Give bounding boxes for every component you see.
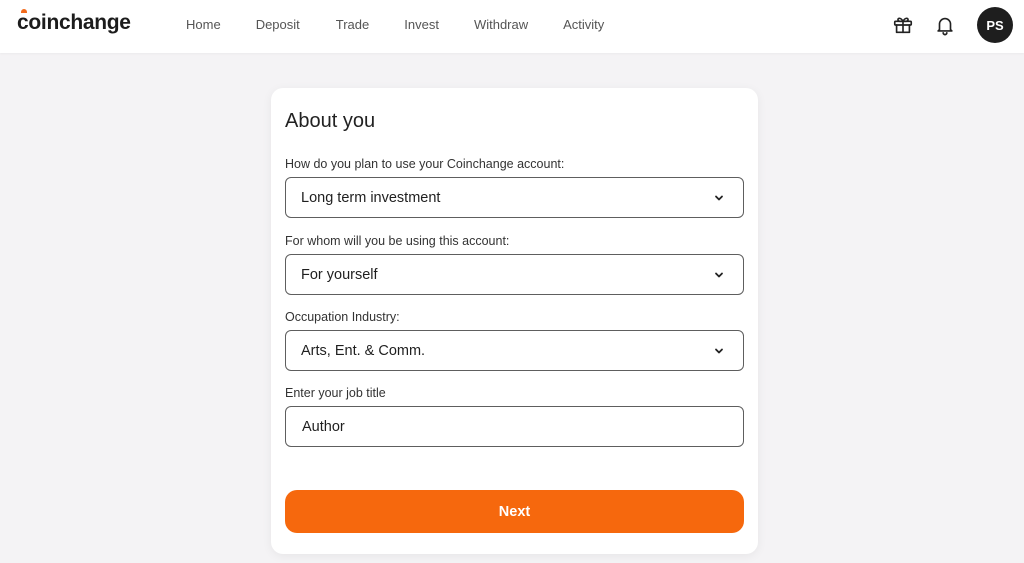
for-whom-select-value: For yourself xyxy=(301,266,378,283)
chevron-down-icon xyxy=(715,195,723,201)
about-you-card: About you How do you plan to use your Co… xyxy=(271,88,758,554)
next-button[interactable]: Next xyxy=(285,490,744,533)
nav-withdraw[interactable]: Withdraw xyxy=(474,17,528,32)
job-title-input[interactable] xyxy=(302,418,722,435)
chevron-down-icon xyxy=(715,348,723,354)
user-avatar[interactable]: PS xyxy=(977,7,1013,43)
job-title-field[interactable] xyxy=(285,406,744,447)
top-navigation-bar: coinchange Home Deposit Trade Invest Wit… xyxy=(0,0,1024,53)
nav-activity[interactable]: Activity xyxy=(563,17,604,32)
page-title: About you xyxy=(285,110,376,132)
industry-select-value: Arts, Ent. & Comm. xyxy=(301,342,426,359)
usage-select-value: Long term investment xyxy=(301,189,441,206)
job-title-label: Enter your job title xyxy=(285,386,386,400)
coinchange-logo[interactable]: coinchange xyxy=(17,11,131,35)
industry-label: Occupation Industry: xyxy=(285,310,400,324)
for-whom-label: For whom will you be using this account: xyxy=(285,234,510,248)
usage-label: How do you plan to use your Coinchange a… xyxy=(285,157,565,171)
main-nav: Home Deposit Trade Invest Withdraw Activ… xyxy=(186,17,604,32)
chevron-down-icon xyxy=(715,272,723,278)
for-whom-select[interactable]: For yourself xyxy=(285,254,744,295)
bell-icon[interactable] xyxy=(933,13,957,37)
gift-icon[interactable] xyxy=(891,13,915,37)
nav-trade[interactable]: Trade xyxy=(336,17,369,32)
usage-select[interactable]: Long term investment xyxy=(285,177,744,218)
nav-invest[interactable]: Invest xyxy=(404,17,439,32)
nav-home[interactable]: Home xyxy=(186,17,221,32)
industry-select[interactable]: Arts, Ent. & Comm. xyxy=(285,330,744,371)
nav-deposit[interactable]: Deposit xyxy=(256,17,300,32)
